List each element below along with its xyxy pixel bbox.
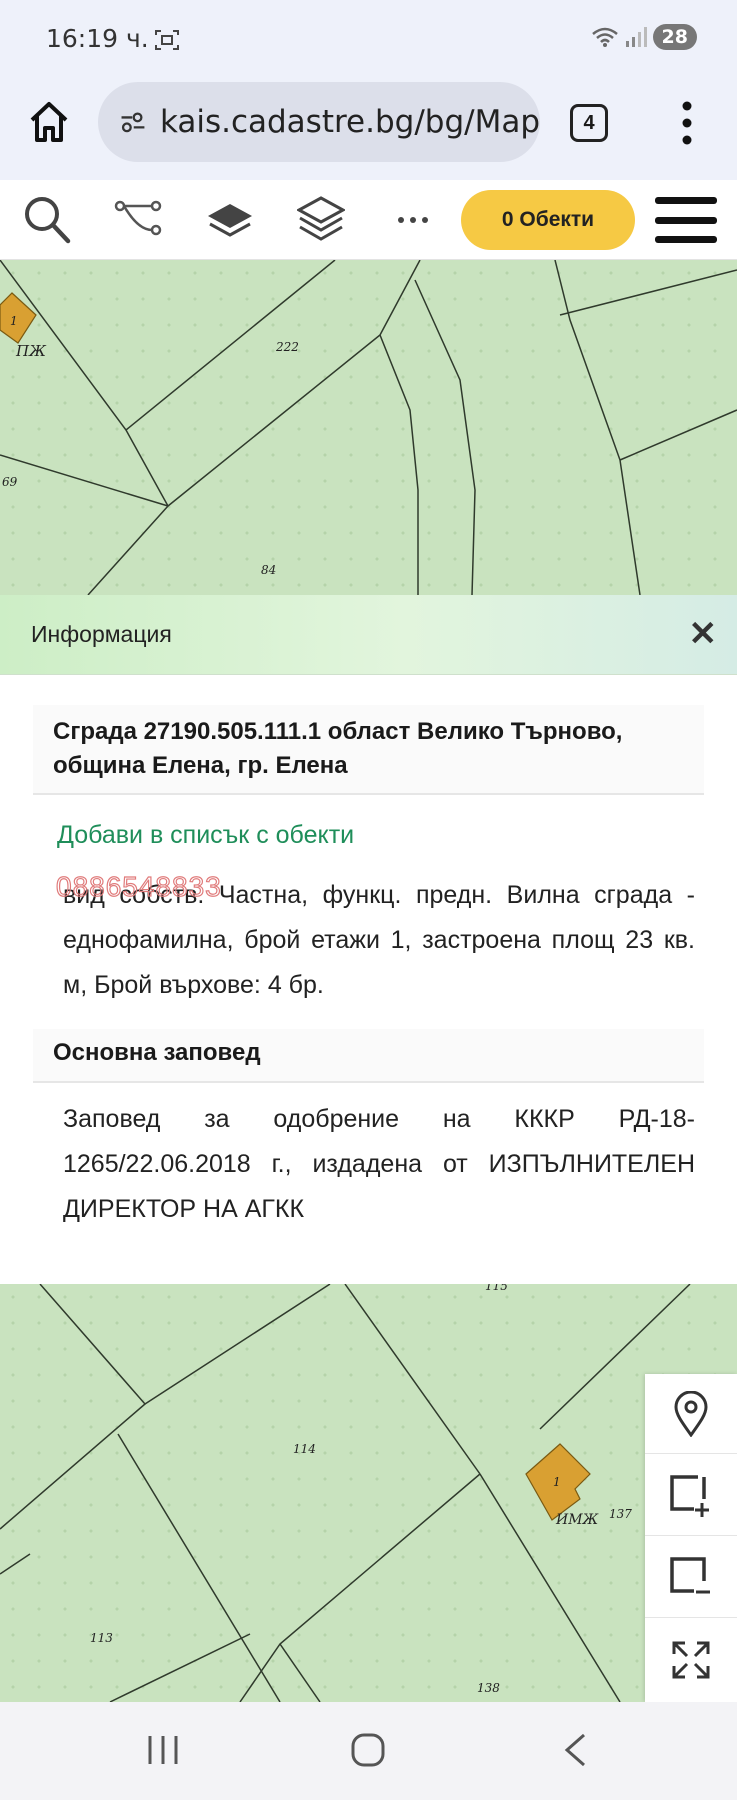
add-to-objects-link[interactable]: Добави в списък с обекти (57, 821, 354, 850)
hamburger-menu-icon[interactable] (655, 197, 717, 243)
info-panel-title: Информация (31, 621, 172, 647)
add-area-button[interactable] (645, 1456, 737, 1536)
layers-stack-icon[interactable] (297, 194, 345, 246)
url-text: kais.cadastre.bg/bg/Map (159, 104, 540, 140)
signal-icon (625, 27, 647, 47)
status-time: 16:19 ч. (46, 24, 149, 53)
parcel-lines: 1 ПЖ 222 69 84 (0, 260, 737, 595)
parcel-number-84: 84 (261, 563, 276, 577)
browser-bar: kais.cadastre.bg/bg/Map 4 (0, 80, 737, 180)
site-settings-icon[interactable] (120, 107, 146, 137)
url-bar[interactable]: kais.cadastre.bg/bg/Map (98, 82, 540, 162)
parcel-number-114: 114 (293, 1442, 316, 1456)
map-controls (645, 1374, 737, 1702)
map-view-bottom[interactable]: 1 ИМЖ 115 114 113 137 138 (0, 1284, 737, 1702)
status-bar: 16:19 ч. 28 (0, 0, 737, 80)
parcel-number-222: 222 (275, 340, 299, 354)
route-icon[interactable] (114, 194, 162, 246)
browser-menu-icon[interactable] (680, 100, 694, 146)
location-pin-icon (674, 1390, 708, 1437)
objects-button[interactable]: 0 Обекти (461, 190, 635, 250)
close-icon[interactable]: ✕ (689, 617, 718, 651)
building-title: Сграда 27190.505.111.1 област Велико Тър… (33, 705, 704, 795)
home-icon[interactable] (28, 100, 70, 144)
building-number: 1 (10, 314, 18, 328)
status-icons: 28 (591, 24, 697, 50)
building-number: 1 (553, 1475, 561, 1489)
more-icon[interactable] (397, 194, 429, 246)
info-panel-body: Сграда 27190.505.111.1 област Велико Тър… (0, 675, 737, 1284)
map-view-top[interactable]: 1 ПЖ 222 69 84 (0, 260, 737, 595)
parcel-number-69: 69 (2, 475, 18, 489)
parcel-use-label: ИМЖ (555, 1512, 600, 1528)
parcel-lines: 1 ИМЖ 115 114 113 137 138 (0, 1284, 691, 1702)
order-text: Заповед за одобрение на КККР РД-18-1265/… (63, 1105, 695, 1223)
add-area-icon (670, 1474, 709, 1517)
fullscreen-button[interactable] (645, 1620, 737, 1700)
tabs-button[interactable]: 4 (570, 104, 608, 142)
parcel-number-115: 115 (485, 1284, 508, 1293)
phone-watermark: 0886548833 (55, 870, 222, 902)
parcel-number-137: 137 (609, 1507, 632, 1521)
recent-apps-icon[interactable] (147, 1732, 179, 1768)
layer-icon[interactable] (206, 194, 254, 246)
screenshot-icon (155, 30, 179, 50)
parcel-use-label: ПЖ (15, 342, 47, 360)
fullscreen-icon (672, 1641, 710, 1679)
home-nav-icon[interactable] (350, 1732, 386, 1768)
parcel-number-138: 138 (477, 1681, 500, 1695)
parcel-number-113: 113 (90, 1631, 113, 1645)
search-icon[interactable] (22, 194, 72, 246)
locate-button[interactable] (645, 1374, 737, 1454)
back-icon[interactable] (563, 1732, 587, 1768)
wifi-icon (591, 27, 618, 47)
remove-area-icon (670, 1556, 710, 1593)
remove-area-button[interactable] (645, 1538, 737, 1618)
system-nav-bar (0, 1702, 737, 1800)
app-toolbar: 0 Обекти (0, 180, 737, 260)
order-heading: Основна заповед (33, 1029, 704, 1083)
battery-badge: 28 (652, 24, 697, 50)
info-panel-header: Информация ✕ (0, 595, 737, 675)
